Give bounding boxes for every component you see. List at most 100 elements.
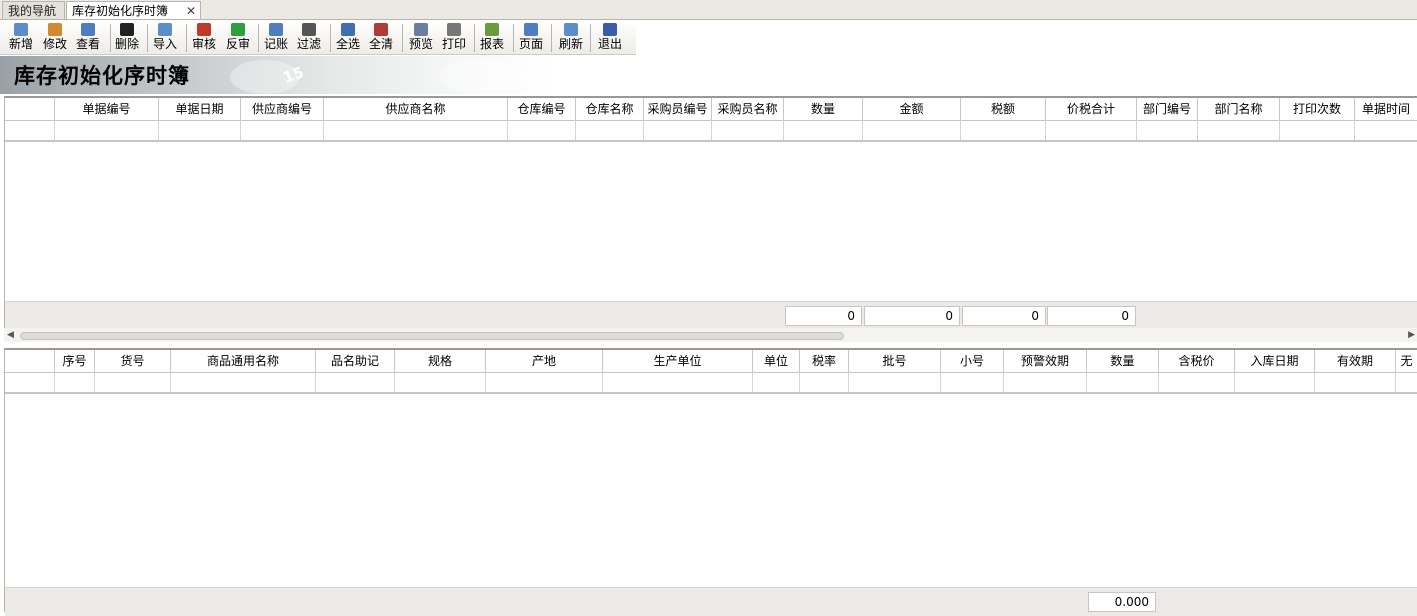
toolbar-button-0[interactable]: 新增 — [8, 22, 34, 54]
close-icon[interactable]: ✕ — [186, 2, 196, 20]
toolbar-button-label: 删除 — [114, 37, 139, 51]
column-header[interactable]: 仓库编号 — [508, 98, 576, 120]
column-header[interactable] — [5, 98, 55, 120]
column-header[interactable]: 预警效期 — [1004, 350, 1087, 372]
table-cell[interactable] — [5, 372, 55, 392]
table-cell[interactable] — [1137, 120, 1198, 140]
table-cell[interactable] — [576, 120, 644, 140]
table-cell[interactable] — [849, 372, 941, 392]
scroll-right-icon[interactable]: ▶ — [1408, 330, 1415, 340]
column-header[interactable]: 打印次数 — [1280, 98, 1355, 120]
column-header[interactable]: 单据时间 — [1355, 98, 1417, 120]
column-header[interactable]: 仓库名称 — [576, 98, 644, 120]
table-cell[interactable] — [1159, 372, 1235, 392]
table-cell[interactable] — [941, 372, 1004, 392]
table-cell[interactable] — [603, 372, 753, 392]
table-cell[interactable] — [644, 120, 712, 140]
column-header[interactable]: 单据编号 — [55, 98, 159, 120]
detail-grid[interactable]: 序号 货号 商品通用名称 品名助记 规格 产地 生产单位 单位 税率 批号 小号 预警效期 数量 含税价入… — [4, 348, 1417, 616]
toolbar-button-14[interactable]: 页面 — [518, 22, 544, 54]
table-cell[interactable] — [324, 120, 508, 140]
column-header[interactable]: 单位 — [753, 350, 800, 372]
column-header[interactable]: 供应商编号 — [241, 98, 324, 120]
column-header[interactable] — [5, 350, 55, 372]
total-field: 0.000 — [1088, 592, 1156, 612]
column-header[interactable]: 数量 — [784, 98, 863, 120]
table-cell[interactable] — [171, 372, 316, 392]
table-cell[interactable] — [1235, 372, 1315, 392]
table-cell[interactable] — [800, 372, 849, 392]
column-header[interactable]: 生产单位 — [603, 350, 753, 372]
tab-inventory-init[interactable]: 库存初始化序时簿 ✕ — [66, 1, 201, 19]
column-header[interactable]: 部门编号 — [1137, 98, 1198, 120]
column-header[interactable]: 采购员编号 — [644, 98, 712, 120]
column-header[interactable]: 序号 — [55, 350, 95, 372]
table-row[interactable] — [5, 120, 1417, 142]
toolbar-button-7[interactable]: 记账 — [263, 22, 289, 54]
column-header[interactable]: 货号 — [95, 350, 171, 372]
table-cell[interactable] — [753, 372, 800, 392]
table-cell[interactable] — [1198, 120, 1280, 140]
column-header[interactable]: 小号 — [941, 350, 1004, 372]
column-header[interactable]: 供应商名称 — [324, 98, 508, 120]
toolbar-button-10[interactable]: 全清 — [368, 22, 394, 54]
toolbar-button-2[interactable]: 查看 — [75, 22, 101, 54]
table-cell[interactable] — [1396, 372, 1417, 392]
column-header[interactable]: 数量 — [1087, 350, 1159, 372]
column-header[interactable]: 含税价 — [1159, 350, 1235, 372]
column-header[interactable]: 部门名称 — [1198, 98, 1280, 120]
table-cell[interactable] — [55, 372, 95, 392]
column-header[interactable]: 入库日期 — [1235, 350, 1315, 372]
table-cell[interactable] — [486, 372, 603, 392]
table-cell[interactable] — [55, 120, 159, 140]
column-header[interactable]: 规格 — [395, 350, 486, 372]
toolbar-button-6[interactable]: 反审 — [225, 22, 251, 54]
column-header[interactable]: 价税合计 — [1046, 98, 1137, 120]
table-cell[interactable] — [1087, 372, 1159, 392]
table-cell[interactable] — [316, 372, 395, 392]
toolbar-button-13[interactable]: 报表 — [479, 22, 505, 54]
table-cell[interactable] — [712, 120, 784, 140]
scrollbar-thumb[interactable] — [20, 332, 844, 340]
toolbar-button-4[interactable]: 导入 — [152, 22, 178, 54]
column-header[interactable]: 税率 — [800, 350, 849, 372]
column-header[interactable]: 品名助记 — [316, 350, 395, 372]
toolbar-button-12[interactable]: 打印 — [441, 22, 467, 54]
table-cell[interactable] — [1004, 372, 1087, 392]
toolbar-button-1[interactable]: 修改 — [42, 22, 68, 54]
column-header[interactable]: 无 — [1396, 350, 1417, 372]
table-cell[interactable] — [95, 372, 171, 392]
scroll-left-icon[interactable]: ◀ — [7, 330, 14, 340]
horizontal-scrollbar[interactable]: ◀ ▶ — [4, 328, 1417, 342]
table-cell[interactable] — [1355, 120, 1417, 140]
column-header[interactable]: 有效期 — [1315, 350, 1396, 372]
tab-my-navigation[interactable]: 我的导航 — [2, 1, 65, 19]
table-cell[interactable] — [863, 120, 961, 140]
toolbar-button-8[interactable]: 过滤 — [296, 22, 322, 54]
toolbar-button-15[interactable]: 刷新 — [558, 22, 584, 54]
toolbar-button-9[interactable]: 全选 — [335, 22, 361, 54]
table-cell[interactable] — [241, 120, 324, 140]
toolbar-button-16[interactable]: 退出 — [597, 22, 623, 54]
toolbar-button-11[interactable]: 预览 — [408, 22, 434, 54]
column-header[interactable]: 单据日期 — [159, 98, 241, 120]
toolbar-button-5[interactable]: 审核 — [191, 22, 217, 54]
table-cell[interactable] — [784, 120, 863, 140]
table-cell[interactable] — [5, 120, 55, 140]
table-cell[interactable] — [1315, 372, 1396, 392]
toolbar-button-3[interactable]: 删除 — [114, 22, 140, 54]
table-cell[interactable] — [961, 120, 1046, 140]
column-header[interactable]: 税额 — [961, 98, 1046, 120]
table-cell[interactable] — [1280, 120, 1355, 140]
table-cell[interactable] — [395, 372, 486, 392]
master-grid[interactable]: 单据编号 单据日期 供应商编号 供应商名称 仓库编号 仓库名称 采购员编号 采购员名称 数量 金额… — [4, 96, 1417, 330]
column-header[interactable]: 金额 — [863, 98, 961, 120]
column-header[interactable]: 产地 — [486, 350, 603, 372]
table-row[interactable] — [5, 372, 1417, 394]
table-cell[interactable] — [159, 120, 241, 140]
table-cell[interactable] — [1046, 120, 1137, 140]
column-header[interactable]: 采购员名称 — [712, 98, 784, 120]
column-header[interactable]: 商品通用名称 — [171, 350, 316, 372]
table-cell[interactable] — [508, 120, 576, 140]
column-header[interactable]: 批号 — [849, 350, 941, 372]
